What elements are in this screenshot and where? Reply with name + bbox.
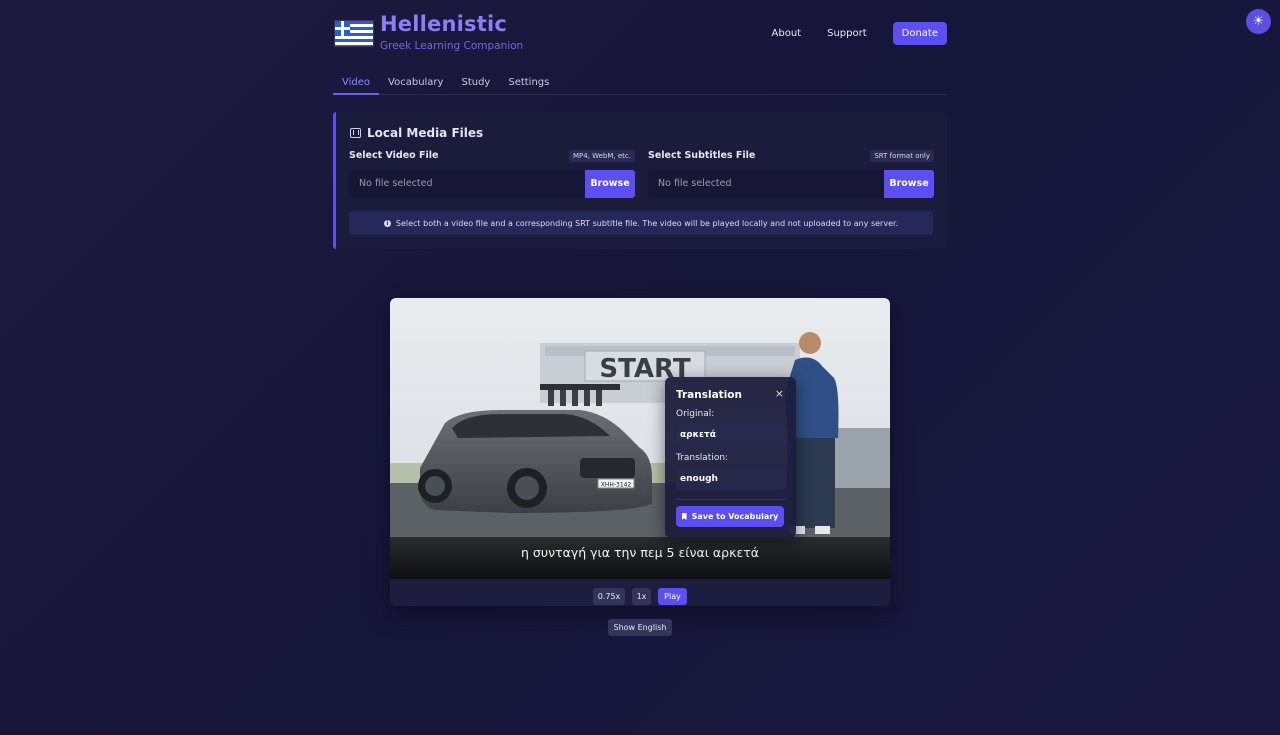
original-label: Original:	[676, 409, 715, 419]
subtitle-browse-button[interactable]: Browse	[884, 170, 934, 198]
panel-title-text: Local Media Files	[367, 126, 484, 140]
top-nav: About Support Donate	[772, 22, 947, 45]
info-text: Select both a video file and a correspon…	[395, 218, 899, 228]
film-icon	[350, 128, 361, 138]
license-plate: ΧΗΗ-3142	[601, 482, 632, 489]
app-title: Hellenistic	[380, 12, 507, 36]
original-value: αρκετά	[676, 424, 786, 446]
play-button[interactable]: Play	[658, 588, 687, 605]
sun-icon: ☀	[1252, 14, 1265, 29]
save-to-vocabulary-button[interactable]: Save to Vocabulary	[676, 506, 784, 527]
show-english-button[interactable]: Show English	[608, 619, 672, 636]
local-media-panel: Local Media Files Select Video File MP4,…	[333, 112, 947, 249]
video-file-input[interactable]: No file selected	[349, 170, 585, 198]
greek-flag-icon	[334, 20, 374, 47]
bookmark-icon	[681, 513, 687, 520]
translation-label: Translation:	[676, 453, 729, 463]
save-button-label: Save to Vocabulary	[691, 512, 779, 521]
tab-vocabulary[interactable]: Vocabulary	[379, 72, 452, 95]
translation-value: enough	[676, 468, 786, 490]
speed-1x-button[interactable]: 1x	[632, 588, 651, 605]
app-header: Hellenistic Greek Learning Companion Abo…	[333, 12, 947, 56]
subtitle-format-badge: SRT format only	[870, 150, 934, 162]
subtitle-text[interactable]: η συνταγή για την πεμ 5 είναι αρκετά	[390, 545, 890, 560]
video-browse-button[interactable]: Browse	[585, 170, 635, 198]
subtitle-file-row: No file selected Browse	[648, 170, 934, 198]
info-icon: i	[383, 219, 391, 227]
speed-075-button[interactable]: 0.75x	[593, 588, 625, 605]
translation-popup: Translation × Original: αρκετά Translati…	[665, 377, 796, 538]
app-subtitle: Greek Learning Companion	[380, 40, 524, 52]
subtitle-file-field: Select Subtitles File SRT format only No…	[648, 150, 934, 198]
popup-divider	[676, 499, 786, 500]
tab-video[interactable]: Video	[333, 72, 380, 95]
subtitle-file-input[interactable]: No file selected	[648, 170, 884, 198]
about-link[interactable]: About	[772, 28, 802, 39]
video-file-row: No file selected Browse	[349, 170, 635, 198]
support-link[interactable]: Support	[827, 28, 867, 39]
video-format-badge: MP4, WebM, etc.	[568, 150, 635, 162]
panel-title: Local Media Files	[350, 126, 483, 140]
video-player[interactable]: START ΧΗΗ-3142 η συνταγή για την πεμ 5 ε…	[390, 298, 890, 606]
video-file-field: Select Video File MP4, WebM, etc. No fil…	[349, 150, 635, 198]
theme-toggle-button[interactable]: ☀	[1246, 9, 1271, 34]
tab-settings[interactable]: Settings	[499, 72, 558, 95]
tab-study[interactable]: Study	[452, 72, 499, 95]
donate-button[interactable]: Donate	[892, 22, 947, 45]
close-icon[interactable]: ×	[775, 387, 784, 400]
tab-bar: Video Vocabulary Study Settings	[333, 72, 947, 95]
popup-title: Translation	[676, 389, 742, 401]
info-message: i Select both a video file and a corresp…	[349, 211, 933, 235]
